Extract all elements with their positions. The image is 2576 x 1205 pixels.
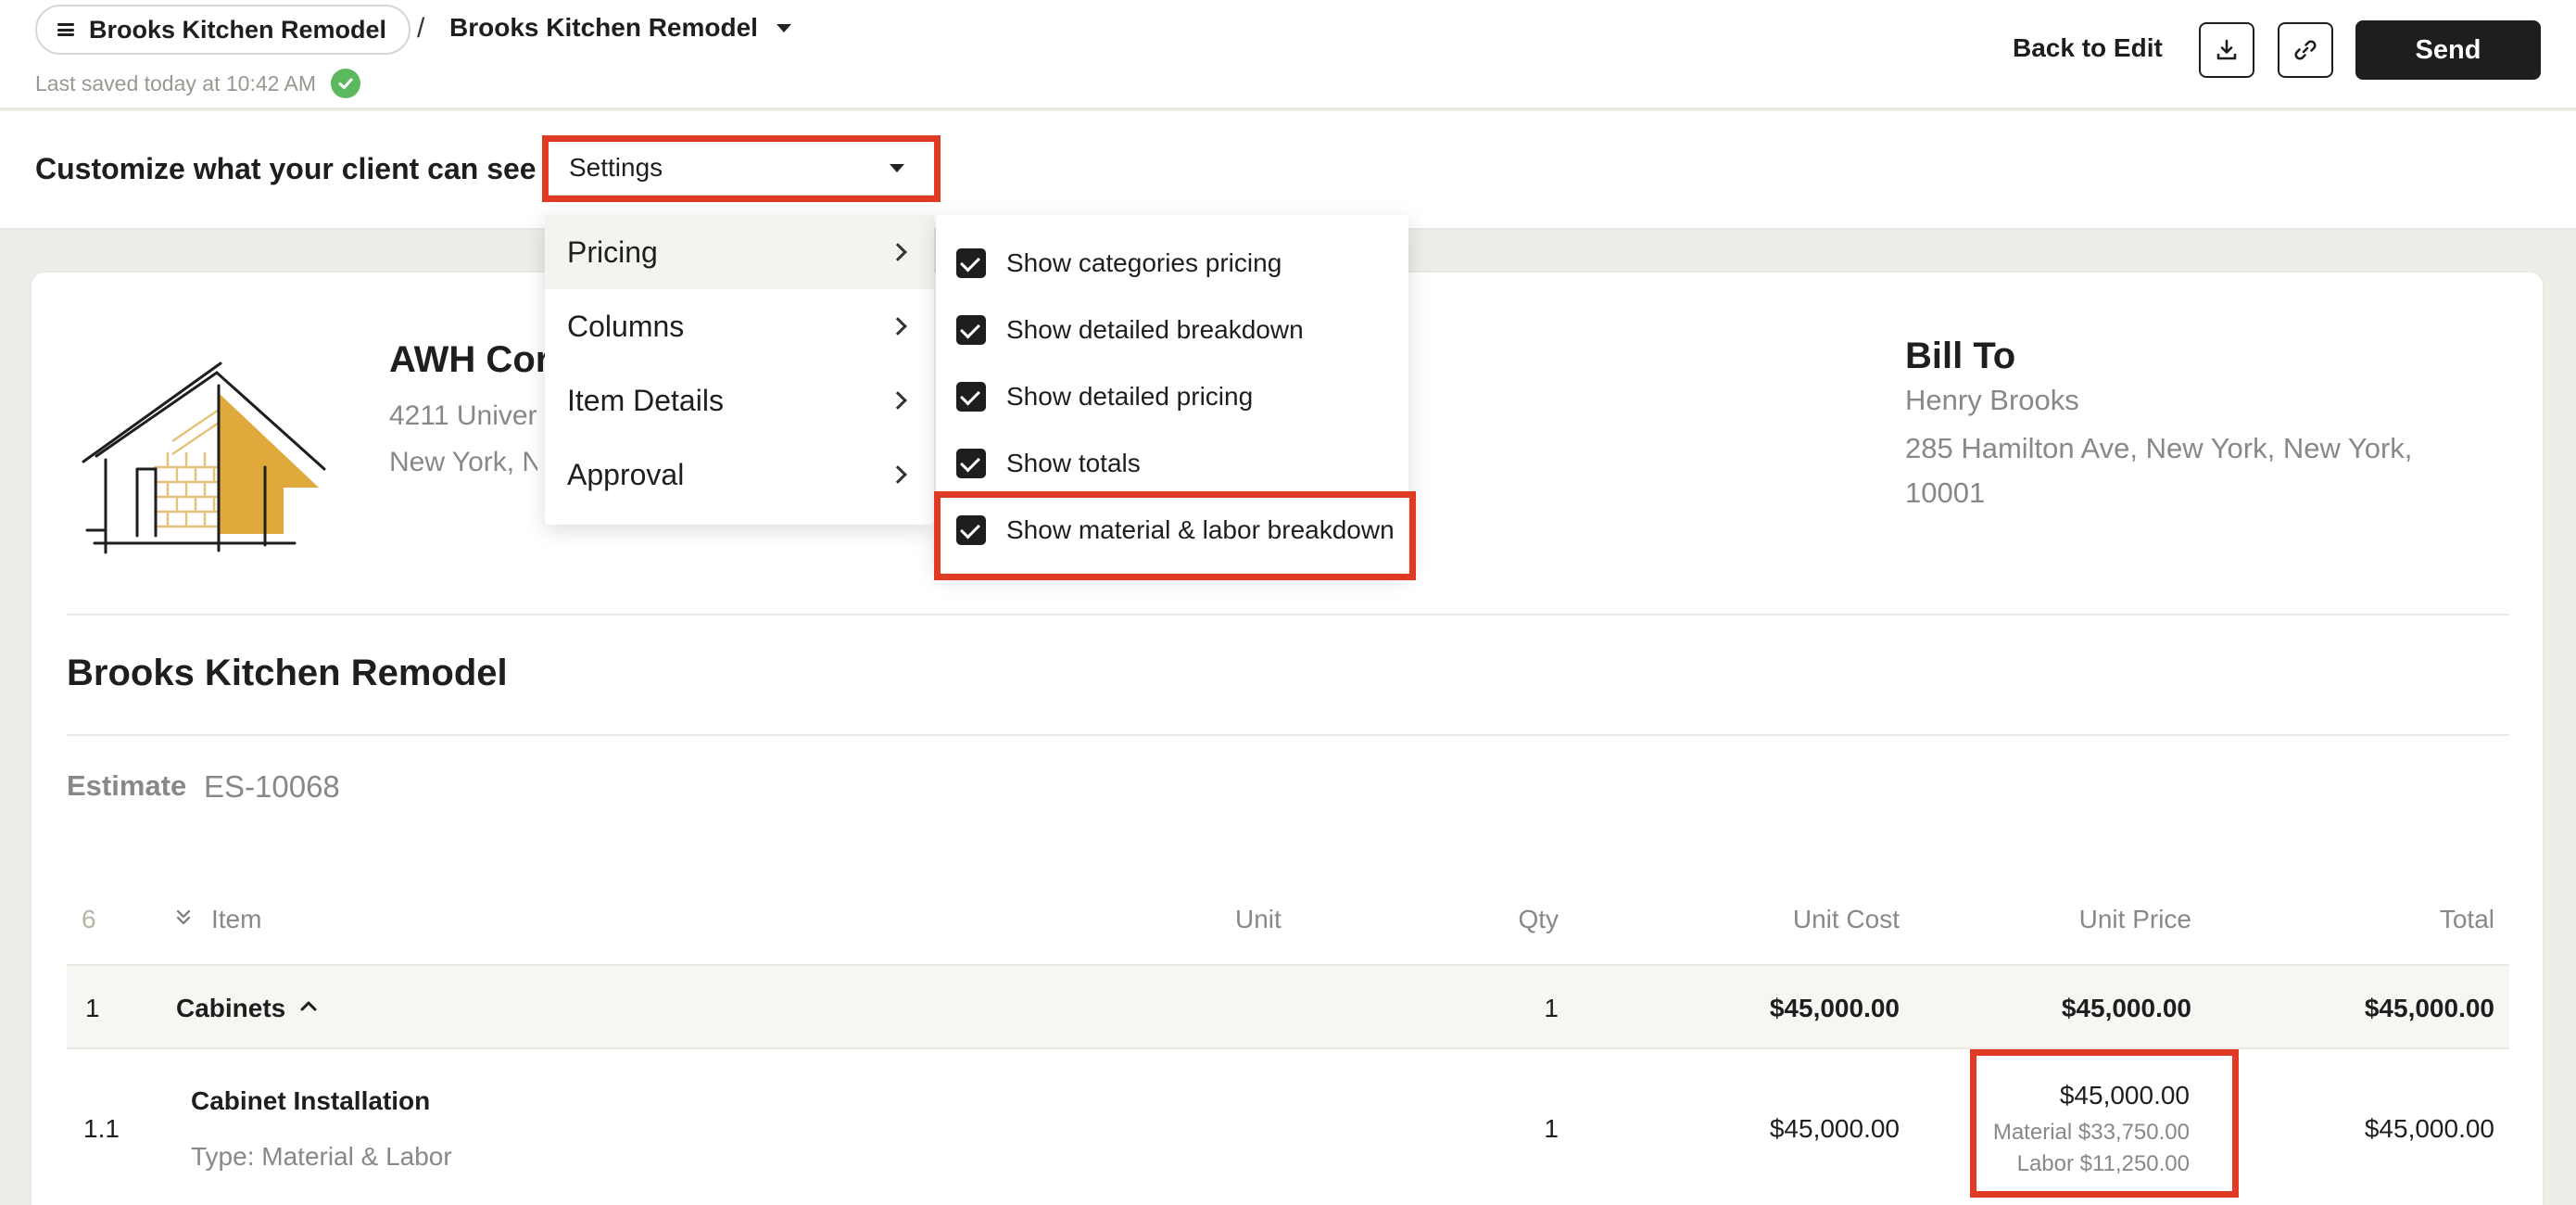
breadcrumb-current[interactable]: Brooks Kitchen Remodel — [449, 13, 791, 43]
item-unit-cost: $45,000.00 — [1769, 1114, 1900, 1143]
option-show-material-labor-breakdown[interactable]: Show material & labor breakdown — [956, 512, 1395, 549]
caret-down-icon — [776, 23, 791, 32]
settings-dropdown-value: Settings — [569, 153, 663, 182]
breadcrumb-current-label: Brooks Kitchen Remodel — [449, 13, 758, 42]
option-show-detailed-breakdown[interactable]: Show detailed breakdown — [956, 311, 1304, 349]
header-unit: Unit — [1235, 905, 1282, 933]
checkbox-checked-icon[interactable] — [956, 315, 986, 345]
item-count: 6 — [82, 905, 96, 933]
menu-item-label: Approval — [567, 457, 685, 491]
checkbox-checked-icon[interactable] — [956, 382, 986, 412]
chevron-right-icon — [889, 465, 907, 484]
item-unit-price: $45,000.00 — [2059, 1081, 2190, 1110]
divider — [67, 734, 2509, 736]
header-unit-cost: Unit Cost — [1792, 905, 1900, 933]
company-address-line2: New York, N — [389, 447, 537, 477]
menu-item-label: Columns — [567, 309, 685, 343]
category-total: $45,000.00 — [2364, 994, 2494, 1022]
download-icon — [2216, 39, 2237, 60]
menu-item-pricing[interactable]: Pricing — [545, 215, 934, 289]
bill-to-address: 285 Hamilton Ave, New York, New York, 10… — [1905, 432, 2413, 509]
header-qty: Qty — [1518, 905, 1559, 933]
send-button[interactable]: Send — [2355, 20, 2541, 80]
menu-item-label: Pricing — [567, 235, 658, 269]
top-header: Brooks Kitchen Remodel / Brooks Kitchen … — [0, 0, 2576, 109]
option-label: Show totals — [1006, 449, 1141, 477]
divider — [67, 614, 2509, 615]
chevron-up-icon[interactable] — [298, 996, 319, 1021]
option-label: Show categories pricing — [1006, 248, 1282, 277]
item-type: Type: Material & Labor — [191, 1142, 452, 1171]
check-circle-icon — [331, 69, 361, 98]
settings-dropdown[interactable]: Settings — [547, 139, 936, 197]
pricing-submenu: Show categories pricing Show detailed br… — [936, 215, 1408, 573]
customize-bar: Customize what your client can see Setti… — [0, 111, 2576, 230]
hamburger-icon — [57, 23, 74, 36]
bill-to-title: Bill To — [1905, 336, 2016, 376]
menu-item-columns[interactable]: Columns — [545, 289, 934, 363]
chevron-right-icon — [889, 243, 907, 261]
header-total: Total — [2439, 905, 2494, 933]
item-material-cost: Material $33,750.00 — [1992, 1120, 2190, 1145]
option-show-categories-pricing[interactable]: Show categories pricing — [956, 245, 1282, 282]
option-show-detailed-pricing[interactable]: Show detailed pricing — [956, 378, 1253, 415]
breadcrumb-separator: / — [417, 13, 425, 44]
save-status: Last saved today at 10:42 AM — [35, 69, 361, 98]
menu-item-approval[interactable]: Approval — [545, 438, 934, 512]
company-address: 4211 Univers New York, N — [389, 393, 537, 486]
category-unit-cost: $45,000.00 — [1769, 994, 1900, 1022]
collapse-all-icon[interactable] — [174, 908, 193, 932]
checkbox-checked-icon[interactable] — [956, 248, 986, 278]
checkbox-checked-icon[interactable] — [956, 515, 986, 545]
header-unit-price: Unit Price — [2078, 905, 2191, 933]
menu-item-label: Item Details — [567, 383, 724, 417]
download-button[interactable] — [2199, 22, 2254, 78]
item-number: 1.1 — [83, 1114, 120, 1143]
project-menu-pill[interactable]: Brooks Kitchen Remodel — [35, 5, 411, 55]
category-number: 1 — [85, 994, 100, 1022]
save-status-text: Last saved today at 10:42 AM — [35, 70, 317, 95]
item-name: Cabinet Installation — [191, 1086, 431, 1115]
option-label: Show detailed pricing — [1006, 382, 1254, 411]
chevron-right-icon — [889, 391, 907, 410]
caret-down-icon — [890, 163, 904, 172]
option-label: Show material & labor breakdown — [1006, 515, 1395, 544]
project-title: Brooks Kitchen Remodel — [67, 653, 508, 693]
header-item: Item — [211, 905, 262, 933]
copy-link-button[interactable] — [2278, 22, 2333, 78]
category-unit-price: $45,000.00 — [2061, 994, 2191, 1022]
back-to-edit-link[interactable]: Back to Edit — [2013, 33, 2163, 63]
item-total: $45,000.00 — [2364, 1114, 2494, 1143]
company-address-line1: 4211 Univers — [389, 400, 537, 431]
company-name: AWH Cor — [389, 339, 550, 380]
link-icon — [2294, 40, 2317, 60]
option-show-totals[interactable]: Show totals — [956, 445, 1141, 482]
checkbox-checked-icon[interactable] — [956, 449, 986, 478]
chevron-right-icon — [889, 317, 907, 336]
estimate-number: ES-10068 — [204, 769, 340, 804]
option-label: Show detailed breakdown — [1006, 315, 1304, 344]
estimate-label: Estimate — [67, 769, 187, 802]
settings-menu: Pricing Columns Item Details Approval — [545, 215, 934, 525]
company-logo — [82, 362, 326, 554]
category-qty: 1 — [1544, 994, 1559, 1022]
breadcrumb-root: Brooks Kitchen Remodel — [89, 15, 387, 44]
category-name: Cabinets — [176, 994, 286, 1022]
menu-item-item-details[interactable]: Item Details — [545, 363, 934, 438]
bill-to-name: Henry Brooks — [1905, 384, 2079, 416]
customize-label: Customize what your client can see — [35, 152, 537, 185]
item-labor-cost: Labor $11,250.00 — [2016, 1151, 2190, 1176]
item-qty: 1 — [1544, 1114, 1559, 1143]
